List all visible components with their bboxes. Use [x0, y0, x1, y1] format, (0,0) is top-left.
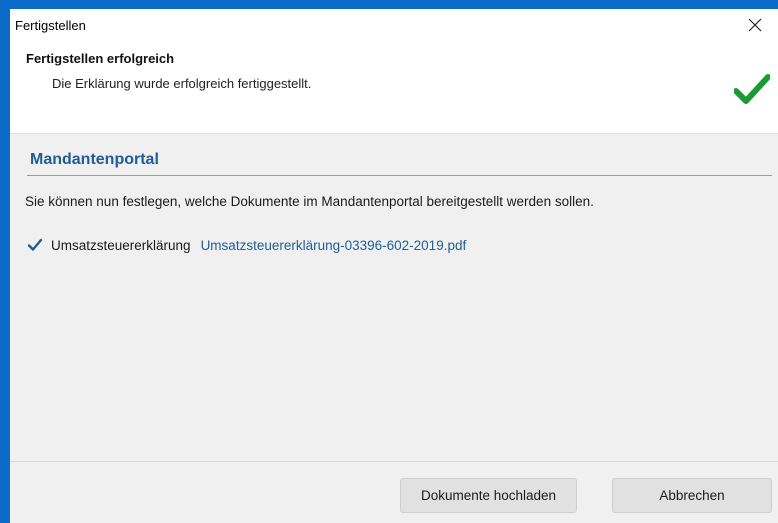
finish-dialog: Fertigstellen Fertigstellen erfolgreich … — [10, 9, 778, 523]
status-description: Die Erklärung wurde erfolgreich fertigge… — [52, 76, 312, 91]
document-label: Umsatzsteuererklärung — [51, 237, 191, 253]
document-checkbox[interactable] — [27, 237, 43, 253]
success-check-icon — [734, 74, 770, 104]
close-button[interactable] — [732, 9, 778, 41]
title-bar: Fertigstellen — [10, 9, 778, 41]
document-file-link[interactable]: Umsatzsteuererklärung-03396-602-2019.pdf — [201, 238, 467, 253]
close-icon — [748, 18, 762, 32]
status-title: Fertigstellen erfolgreich — [26, 51, 175, 66]
portal-info-text: Sie können nun festlegen, welche Dokumen… — [25, 194, 594, 209]
upload-documents-button[interactable]: Dokumente hochladen — [400, 478, 577, 513]
window-title: Fertigstellen — [15, 18, 86, 33]
section-divider — [27, 175, 772, 176]
status-panel: Fertigstellen erfolgreich Die Erklärung … — [10, 41, 778, 134]
button-bar: Dokumente hochladen Abbrechen — [10, 461, 778, 523]
document-row: Umsatzsteuererklärung Umsatzsteuererklär… — [27, 235, 466, 255]
cancel-button[interactable]: Abbrechen — [612, 478, 772, 513]
section-title-mandantenportal: Mandantenportal — [30, 151, 159, 168]
